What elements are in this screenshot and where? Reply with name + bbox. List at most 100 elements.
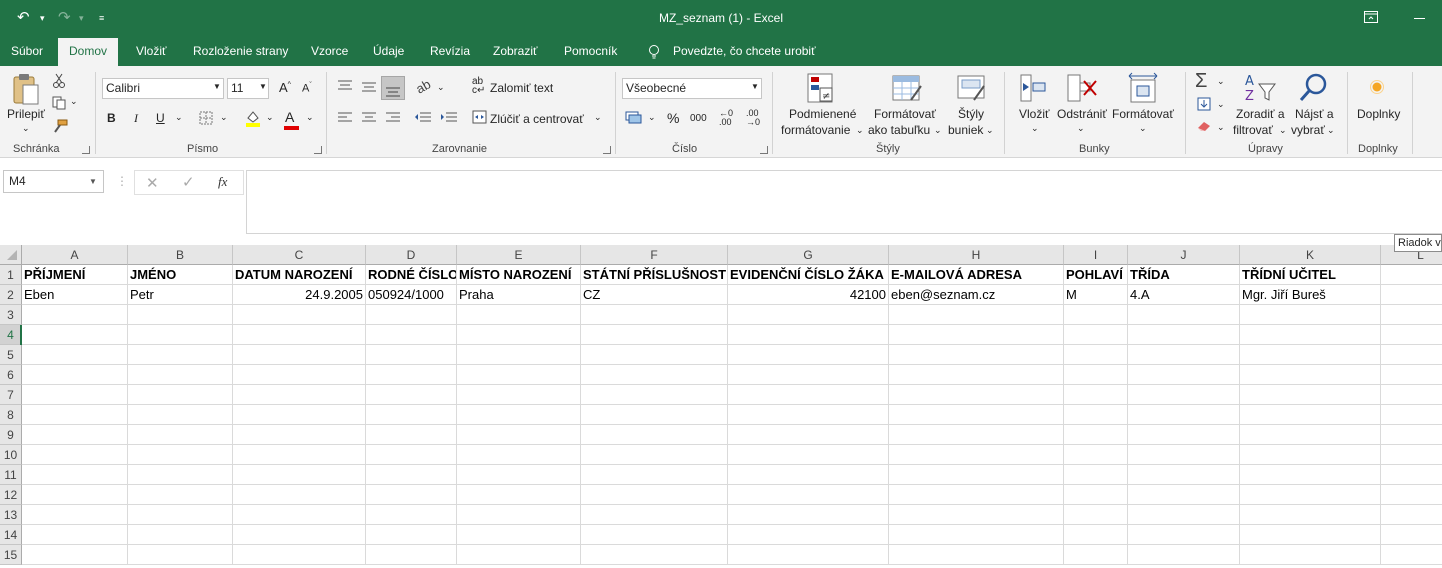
tab-file[interactable]: Súbor	[11, 38, 43, 66]
empty-cell[interactable]	[889, 405, 1064, 425]
empty-cell[interactable]	[581, 325, 728, 345]
increase-font-icon[interactable]: A^	[279, 80, 291, 95]
header-cell[interactable]: TŘÍDNÍ UČITEL	[1240, 265, 1381, 285]
empty-cell[interactable]	[1381, 525, 1442, 545]
empty-cell[interactable]	[457, 385, 581, 405]
empty-cell[interactable]	[1128, 545, 1240, 565]
header-cell[interactable]: POHLAVÍ	[1064, 265, 1128, 285]
empty-cell[interactable]	[128, 545, 233, 565]
empty-cell[interactable]	[889, 425, 1064, 445]
empty-cell[interactable]	[457, 305, 581, 325]
empty-cell[interactable]	[889, 545, 1064, 565]
decrease-font-icon[interactable]: Aˇ	[302, 82, 312, 95]
empty-cell[interactable]	[457, 525, 581, 545]
font-launcher-icon[interactable]	[314, 146, 322, 154]
merge-dropdown-icon[interactable]: ⌄	[594, 112, 602, 123]
font-family-dropdown-icon[interactable]: ▼	[213, 82, 221, 91]
empty-cell[interactable]	[233, 365, 366, 385]
empty-cell[interactable]	[22, 325, 128, 345]
cell-styles-icon[interactable]	[956, 72, 988, 104]
empty-cell[interactable]	[581, 425, 728, 445]
column-header[interactable]: K	[1240, 245, 1381, 265]
font-color-icon[interactable]: A	[285, 109, 294, 125]
tell-me-search[interactable]: Povedzte, čo chcete urobiť	[673, 38, 816, 66]
data-cell[interactable]: Eben	[22, 285, 128, 305]
empty-cell[interactable]	[1064, 465, 1128, 485]
empty-cell[interactable]	[233, 505, 366, 525]
empty-cell[interactable]	[1381, 405, 1442, 425]
empty-cell[interactable]	[366, 525, 457, 545]
empty-cell[interactable]	[1064, 505, 1128, 525]
empty-cell[interactable]	[581, 305, 728, 325]
empty-cell[interactable]	[233, 545, 366, 565]
empty-cell[interactable]	[128, 305, 233, 325]
empty-cell[interactable]	[581, 545, 728, 565]
accounting-dropdown-icon[interactable]: ⌄	[648, 112, 656, 123]
merge-center-button[interactable]: Zlúčiť a centrovať	[490, 112, 584, 126]
empty-cell[interactable]	[1240, 465, 1381, 485]
empty-cell[interactable]	[1381, 425, 1442, 445]
empty-cell[interactable]	[366, 365, 457, 385]
increase-decimal-icon[interactable]: ←0.00	[719, 109, 733, 127]
empty-cell[interactable]	[581, 345, 728, 365]
accounting-format-icon[interactable]	[625, 111, 643, 125]
tab-insert[interactable]: Vložiť	[136, 38, 167, 66]
empty-cell[interactable]	[22, 445, 128, 465]
row-header[interactable]: 14	[0, 525, 22, 545]
empty-cell[interactable]	[1128, 405, 1240, 425]
data-cell[interactable]: 050924/1000	[366, 285, 457, 305]
empty-cell[interactable]	[1064, 365, 1128, 385]
decrease-indent-icon[interactable]	[414, 112, 432, 124]
empty-cell[interactable]	[1128, 525, 1240, 545]
empty-cell[interactable]	[457, 505, 581, 525]
empty-cell[interactable]	[22, 505, 128, 525]
tab-page-layout[interactable]: Rozloženie strany	[193, 38, 288, 66]
fill-dropdown-icon[interactable]: ⌄	[1217, 99, 1225, 110]
data-cell[interactable]: 4.A	[1128, 285, 1240, 305]
sort-filter-label1[interactable]: Zoradiť a	[1236, 107, 1285, 121]
delete-cells-icon[interactable]	[1066, 73, 1098, 103]
column-header[interactable]: J	[1128, 245, 1240, 265]
empty-cell[interactable]	[1064, 305, 1128, 325]
cell-styles-dropdown-icon[interactable]: ⌄	[986, 125, 994, 136]
find-select-icon[interactable]	[1298, 72, 1330, 104]
conditional-formatting-label1[interactable]: Podmienené	[789, 107, 856, 121]
empty-cell[interactable]	[1128, 345, 1240, 365]
empty-cell[interactable]	[889, 325, 1064, 345]
underline-dropdown-icon[interactable]: ⌄	[175, 112, 183, 123]
conditional-formatting-label2[interactable]: formátovanie	[781, 123, 850, 137]
empty-cell[interactable]	[22, 425, 128, 445]
empty-cell[interactable]	[457, 465, 581, 485]
number-launcher-icon[interactable]	[760, 146, 768, 154]
bold-button[interactable]: B	[107, 111, 116, 125]
underline-button[interactable]: U	[156, 111, 165, 125]
insert-function-icon[interactable]: fx	[218, 174, 227, 190]
align-top-icon[interactable]	[337, 79, 353, 91]
format-cells-button[interactable]: Formátovať	[1112, 107, 1174, 121]
empty-cell[interactable]	[22, 385, 128, 405]
tab-review[interactable]: Revízia	[430, 38, 470, 66]
empty-cell[interactable]	[1240, 325, 1381, 345]
empty-cell[interactable]	[728, 325, 889, 345]
insert-cells-icon[interactable]	[1019, 73, 1047, 103]
row-header[interactable]: 8	[0, 405, 22, 425]
empty-cell[interactable]	[457, 545, 581, 565]
empty-cell[interactable]	[457, 485, 581, 505]
italic-button[interactable]: I	[134, 111, 138, 126]
orientation-dropdown-icon[interactable]: ⌄	[437, 82, 445, 93]
empty-cell[interactable]	[889, 485, 1064, 505]
empty-cell[interactable]	[22, 345, 128, 365]
conditional-formatting-icon[interactable]: ≠	[806, 72, 836, 104]
empty-cell[interactable]	[128, 345, 233, 365]
data-cell[interactable]: 42100	[728, 285, 889, 305]
row-header[interactable]: 6	[0, 365, 22, 385]
empty-cell[interactable]	[728, 465, 889, 485]
tab-formulas[interactable]: Vzorce	[311, 38, 348, 66]
row-header[interactable]: 15	[0, 545, 22, 565]
empty-cell[interactable]	[1240, 305, 1381, 325]
empty-cell[interactable]	[1240, 345, 1381, 365]
row-header[interactable]: 7	[0, 385, 22, 405]
copy-icon[interactable]	[52, 96, 68, 110]
empty-cell[interactable]	[728, 365, 889, 385]
empty-cell[interactable]	[233, 445, 366, 465]
